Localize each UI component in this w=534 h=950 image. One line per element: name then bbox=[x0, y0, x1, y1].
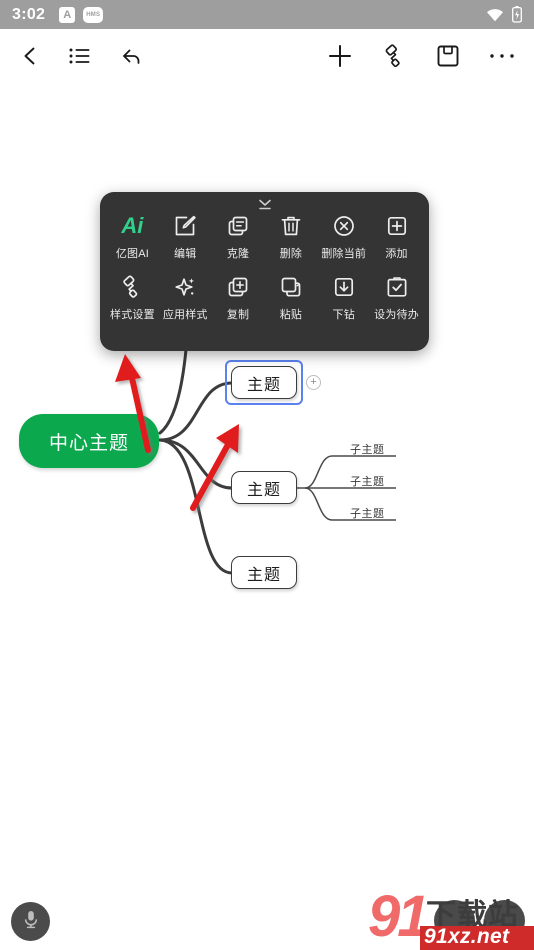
menu-item-copy[interactable]: 复制 bbox=[212, 275, 265, 322]
menu-item-paste-label: 粘贴 bbox=[279, 309, 303, 321]
sparkle-icon bbox=[173, 275, 197, 299]
subtopic-node-1[interactable]: 子主题 bbox=[350, 441, 385, 457]
menu-item-yitu-ai[interactable]: Ai 亿图AI bbox=[106, 214, 159, 261]
menu-item-set-todo[interactable]: 设为待办 bbox=[370, 275, 423, 322]
menu-item-add-label: 添加 bbox=[385, 248, 408, 260]
style-brush-button[interactable] bbox=[380, 42, 408, 70]
node-context-menu: Ai 亿图AI 编辑 克隆 删除 删除当前 添加 样式设置 应用样式 复制 粘贴… bbox=[100, 192, 429, 351]
menu-item-delete[interactable]: 删除 bbox=[264, 214, 317, 261]
back-button[interactable] bbox=[16, 42, 44, 70]
menu-item-add[interactable]: 添加 bbox=[370, 214, 423, 261]
topic-node-3-label: 主题 bbox=[246, 566, 281, 584]
trash-icon bbox=[279, 214, 303, 238]
status-right-icon-group bbox=[486, 6, 522, 23]
clone-icon bbox=[226, 214, 250, 238]
more-button[interactable] bbox=[488, 42, 516, 70]
clipboard-check-icon bbox=[385, 275, 409, 299]
topic-node-1-label: 主题 bbox=[246, 376, 281, 394]
edit-pencil-icon bbox=[173, 214, 197, 238]
save-button[interactable] bbox=[434, 42, 462, 70]
app-toolbar bbox=[0, 29, 534, 83]
battery-icon bbox=[512, 6, 522, 23]
menu-item-delete-current-label: 删除当前 bbox=[321, 248, 367, 260]
collapse-menu-button[interactable] bbox=[100, 198, 429, 216]
add-child-topic-button[interactable]: + bbox=[306, 375, 321, 390]
menu-item-drill-down[interactable]: 下钻 bbox=[317, 275, 370, 322]
menu-item-clone[interactable]: 克隆 bbox=[212, 214, 265, 261]
menu-item-clone-label: 克隆 bbox=[226, 248, 250, 260]
floating-action-button-two[interactable] bbox=[484, 900, 525, 941]
app-root: 3:02 A HMS 中心主题 主题 + 主题 主题 子主题 子主题 子主题 A… bbox=[0, 0, 534, 950]
menu-item-drill-down-label: 下钻 bbox=[332, 309, 355, 321]
outline-button[interactable] bbox=[66, 42, 94, 70]
topic-node-2-label: 主题 bbox=[246, 481, 281, 499]
menu-item-yitu-ai-label: 亿图AI bbox=[115, 248, 150, 260]
topic-node-2[interactable]: 主题 bbox=[231, 471, 297, 504]
subtopic-node-3[interactable]: 子主题 bbox=[350, 505, 385, 521]
circle-x-icon bbox=[332, 214, 356, 238]
menu-item-apply-style[interactable]: 应用样式 bbox=[159, 275, 212, 322]
menu-item-style-settings-label: 样式设置 bbox=[110, 309, 155, 321]
paint-roller-icon bbox=[120, 275, 144, 299]
plus-square-icon bbox=[385, 214, 409, 238]
context-menu-row-1: Ai 亿图AI 编辑 克隆 删除 删除当前 添加 bbox=[100, 214, 429, 261]
drill-down-icon bbox=[332, 275, 356, 299]
copy-plus-icon bbox=[226, 275, 250, 299]
chevron-down-icon bbox=[254, 198, 276, 216]
menu-item-paste[interactable]: 粘贴 bbox=[264, 275, 317, 322]
menu-item-style-settings[interactable]: 样式设置 bbox=[106, 275, 159, 322]
wifi-icon bbox=[486, 8, 504, 22]
menu-item-edit[interactable]: 编辑 bbox=[159, 214, 212, 261]
topic-node-3[interactable]: 主题 bbox=[231, 556, 297, 589]
menu-item-set-todo-label: 设为待办 bbox=[374, 309, 419, 321]
paste-icon bbox=[279, 275, 303, 299]
menu-item-copy-label: 复制 bbox=[226, 309, 250, 321]
floating-action-button-one[interactable] bbox=[434, 900, 475, 941]
microphone-icon bbox=[21, 908, 41, 935]
toolbar-right-group bbox=[326, 42, 534, 70]
menu-item-apply-style-label: 应用样式 bbox=[162, 309, 208, 321]
add-button[interactable] bbox=[326, 42, 354, 70]
toolbar-left-group bbox=[0, 42, 144, 70]
ai-icon: Ai bbox=[121, 213, 144, 238]
subtopic-node-2[interactable]: 子主题 bbox=[350, 473, 385, 489]
menu-item-edit-label: 编辑 bbox=[174, 248, 197, 260]
central-topic-label: 中心主题 bbox=[48, 432, 129, 454]
menu-item-delete-current[interactable]: 删除当前 bbox=[317, 214, 370, 261]
undo-button[interactable] bbox=[116, 42, 144, 70]
a-badge-icon: A bbox=[59, 6, 76, 23]
status-bar: 3:02 A HMS bbox=[0, 0, 534, 29]
status-clock: 3:02 bbox=[12, 5, 46, 23]
menu-item-delete-label: 删除 bbox=[279, 248, 303, 260]
voice-input-button[interactable] bbox=[11, 902, 50, 941]
topic-node-1[interactable]: 主题 bbox=[231, 366, 297, 399]
central-topic-node[interactable]: 中心主题 bbox=[19, 414, 159, 468]
status-left-icon-group: A HMS bbox=[59, 6, 104, 23]
hms-badge-icon: HMS bbox=[83, 6, 104, 23]
context-menu-row-2: 样式设置 应用样式 复制 粘贴 下钻 设为待办 bbox=[100, 275, 429, 322]
